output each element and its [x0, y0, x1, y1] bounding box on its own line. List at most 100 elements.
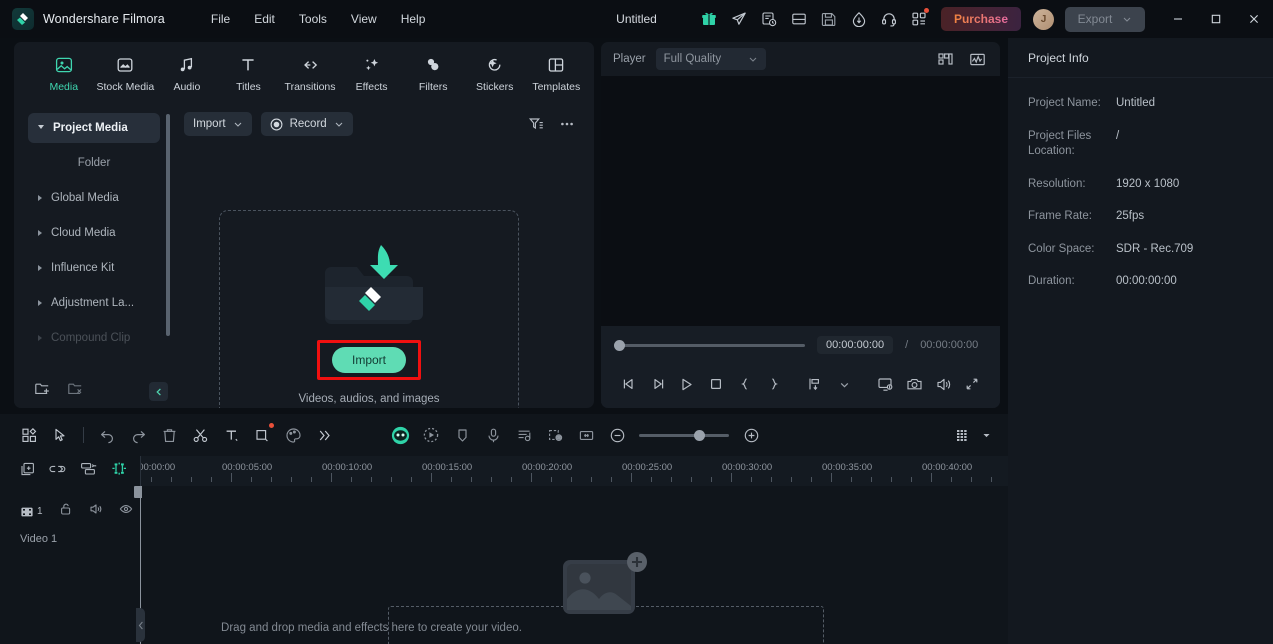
- save-icon[interactable]: [814, 4, 844, 34]
- crop-mask-button[interactable]: [247, 421, 277, 449]
- tab-transitions-label: Transitions: [285, 81, 336, 93]
- snapping-button[interactable]: [111, 461, 128, 482]
- collapse-panel-icon[interactable]: [149, 382, 168, 401]
- new-folder-icon[interactable]: [34, 380, 51, 402]
- menu-file[interactable]: File: [201, 8, 240, 30]
- select-tool-button[interactable]: [45, 421, 75, 449]
- stop-button[interactable]: [702, 370, 729, 398]
- menu-edit[interactable]: Edit: [244, 8, 285, 30]
- render-dropdown-button[interactable]: [978, 421, 994, 449]
- app-grid-icon[interactable]: [904, 4, 934, 34]
- redo-button[interactable]: [123, 421, 153, 449]
- waveform-scope-icon[interactable]: [966, 48, 988, 70]
- player-scrubber[interactable]: [615, 344, 805, 347]
- import-button[interactable]: Import: [332, 347, 406, 373]
- ruler-tick: [411, 477, 412, 482]
- menu-help[interactable]: Help: [391, 8, 436, 30]
- purchase-button[interactable]: Purchase: [941, 7, 1021, 31]
- minimize-button[interactable]: [1159, 0, 1197, 38]
- display-mode-button[interactable]: [872, 370, 899, 398]
- tab-transitions[interactable]: Transitions: [280, 48, 340, 102]
- volume-button[interactable]: [930, 370, 957, 398]
- mute-track-icon[interactable]: [89, 502, 103, 521]
- speed-ramp-icon[interactable]: [844, 4, 874, 34]
- split-button[interactable]: [185, 421, 215, 449]
- sidebar-item-folder[interactable]: Folder: [28, 148, 160, 178]
- add-track-button[interactable]: [20, 461, 36, 482]
- import-dropzone[interactable]: Import Videos, audios, and images: [219, 210, 519, 408]
- render-preview-button[interactable]: [947, 421, 977, 449]
- menu-tools[interactable]: Tools: [289, 8, 337, 30]
- current-timecode[interactable]: 00:00:00:00: [817, 336, 893, 354]
- mark-out-button[interactable]: [760, 370, 787, 398]
- sidebar-item-compound-clip[interactable]: Compound Clip: [28, 323, 160, 353]
- motion-tracking-button[interactable]: [416, 421, 446, 449]
- sidebar-item-cloud-media[interactable]: Cloud Media: [28, 218, 160, 248]
- timeline-ruler[interactable]: 00:00:00:00 00:00:05:00 00:00:10:00 00:0…: [140, 456, 1008, 486]
- tab-templates[interactable]: Templates: [527, 48, 587, 102]
- send-feedback-icon[interactable]: [724, 4, 754, 34]
- tab-titles[interactable]: Titles: [219, 48, 279, 102]
- snapshot-button[interactable]: [901, 370, 928, 398]
- marker-button[interactable]: [447, 421, 477, 449]
- quality-select[interactable]: Full Quality: [656, 48, 766, 70]
- next-frame-button[interactable]: [644, 370, 671, 398]
- color-palette-button[interactable]: [278, 421, 308, 449]
- zoom-out-button[interactable]: [602, 421, 632, 449]
- play-button[interactable]: [673, 370, 700, 398]
- video-track-icon[interactable]: 1: [20, 505, 43, 519]
- more-options-icon[interactable]: [556, 113, 578, 135]
- layout-icon[interactable]: [784, 4, 814, 34]
- gift-icon[interactable]: [694, 4, 724, 34]
- sidebar-item-global-media[interactable]: Global Media: [28, 183, 160, 213]
- export-frame-dropdown[interactable]: [831, 370, 858, 398]
- import-dropdown-button[interactable]: Import: [184, 112, 252, 136]
- maximize-button[interactable]: [1197, 0, 1235, 38]
- player-layout-icon[interactable]: [934, 48, 956, 70]
- tab-filters[interactable]: Filters: [403, 48, 463, 102]
- link-clips-button[interactable]: [49, 461, 67, 482]
- keyframe-button[interactable]: [540, 421, 570, 449]
- zoom-in-button[interactable]: [736, 421, 766, 449]
- sidebar-scrollbar[interactable]: [166, 114, 170, 336]
- ai-copilot-button[interactable]: [385, 421, 415, 449]
- sidebar-item-influence-kit[interactable]: Influence Kit: [28, 253, 160, 283]
- menu-view[interactable]: View: [341, 8, 387, 30]
- delete-folder-icon[interactable]: [67, 380, 84, 402]
- prev-frame-button[interactable]: [615, 370, 642, 398]
- filter-sort-icon[interactable]: [525, 113, 547, 135]
- sidebar-item-adjustment-layer[interactable]: Adjustment La...: [28, 288, 160, 318]
- sidebar-item-project-media[interactable]: Project Media: [28, 113, 160, 143]
- mark-in-button[interactable]: [731, 370, 758, 398]
- support-headset-icon[interactable]: [874, 4, 904, 34]
- fit-timeline-button[interactable]: [571, 421, 601, 449]
- scrubber-handle[interactable]: [614, 340, 625, 351]
- zoom-slider-handle[interactable]: [694, 430, 705, 441]
- undo-button[interactable]: [92, 421, 122, 449]
- close-button[interactable]: [1235, 0, 1273, 38]
- hide-track-icon[interactable]: [119, 502, 133, 521]
- fullscreen-button[interactable]: [959, 370, 986, 398]
- delete-button[interactable]: [154, 421, 184, 449]
- audio-mixer-button[interactable]: [509, 421, 539, 449]
- voiceover-button[interactable]: [478, 421, 508, 449]
- export-button[interactable]: Export: [1065, 7, 1145, 32]
- player-preview-stage[interactable]: [601, 76, 1000, 326]
- more-tools-button[interactable]: [309, 421, 339, 449]
- timeline-collapse-handle[interactable]: [136, 608, 145, 642]
- tab-stock-media[interactable]: Stock Media: [96, 48, 156, 102]
- task-list-icon[interactable]: [754, 4, 784, 34]
- track-manager-button[interactable]: [80, 461, 98, 482]
- timeline-canvas[interactable]: 1: [0, 486, 1008, 644]
- tab-effects[interactable]: Effects: [342, 48, 402, 102]
- avatar[interactable]: J: [1033, 9, 1054, 30]
- tab-media[interactable]: Media: [34, 48, 94, 102]
- record-dropdown-button[interactable]: Record: [261, 112, 353, 136]
- export-frame-button[interactable]: [801, 370, 828, 398]
- zoom-slider[interactable]: [639, 434, 729, 437]
- lock-track-icon[interactable]: [59, 502, 73, 521]
- templates-grid-button[interactable]: [14, 421, 44, 449]
- tab-audio[interactable]: Audio: [157, 48, 217, 102]
- text-tool-button[interactable]: [216, 421, 246, 449]
- tab-stickers[interactable]: Stickers: [465, 48, 525, 102]
